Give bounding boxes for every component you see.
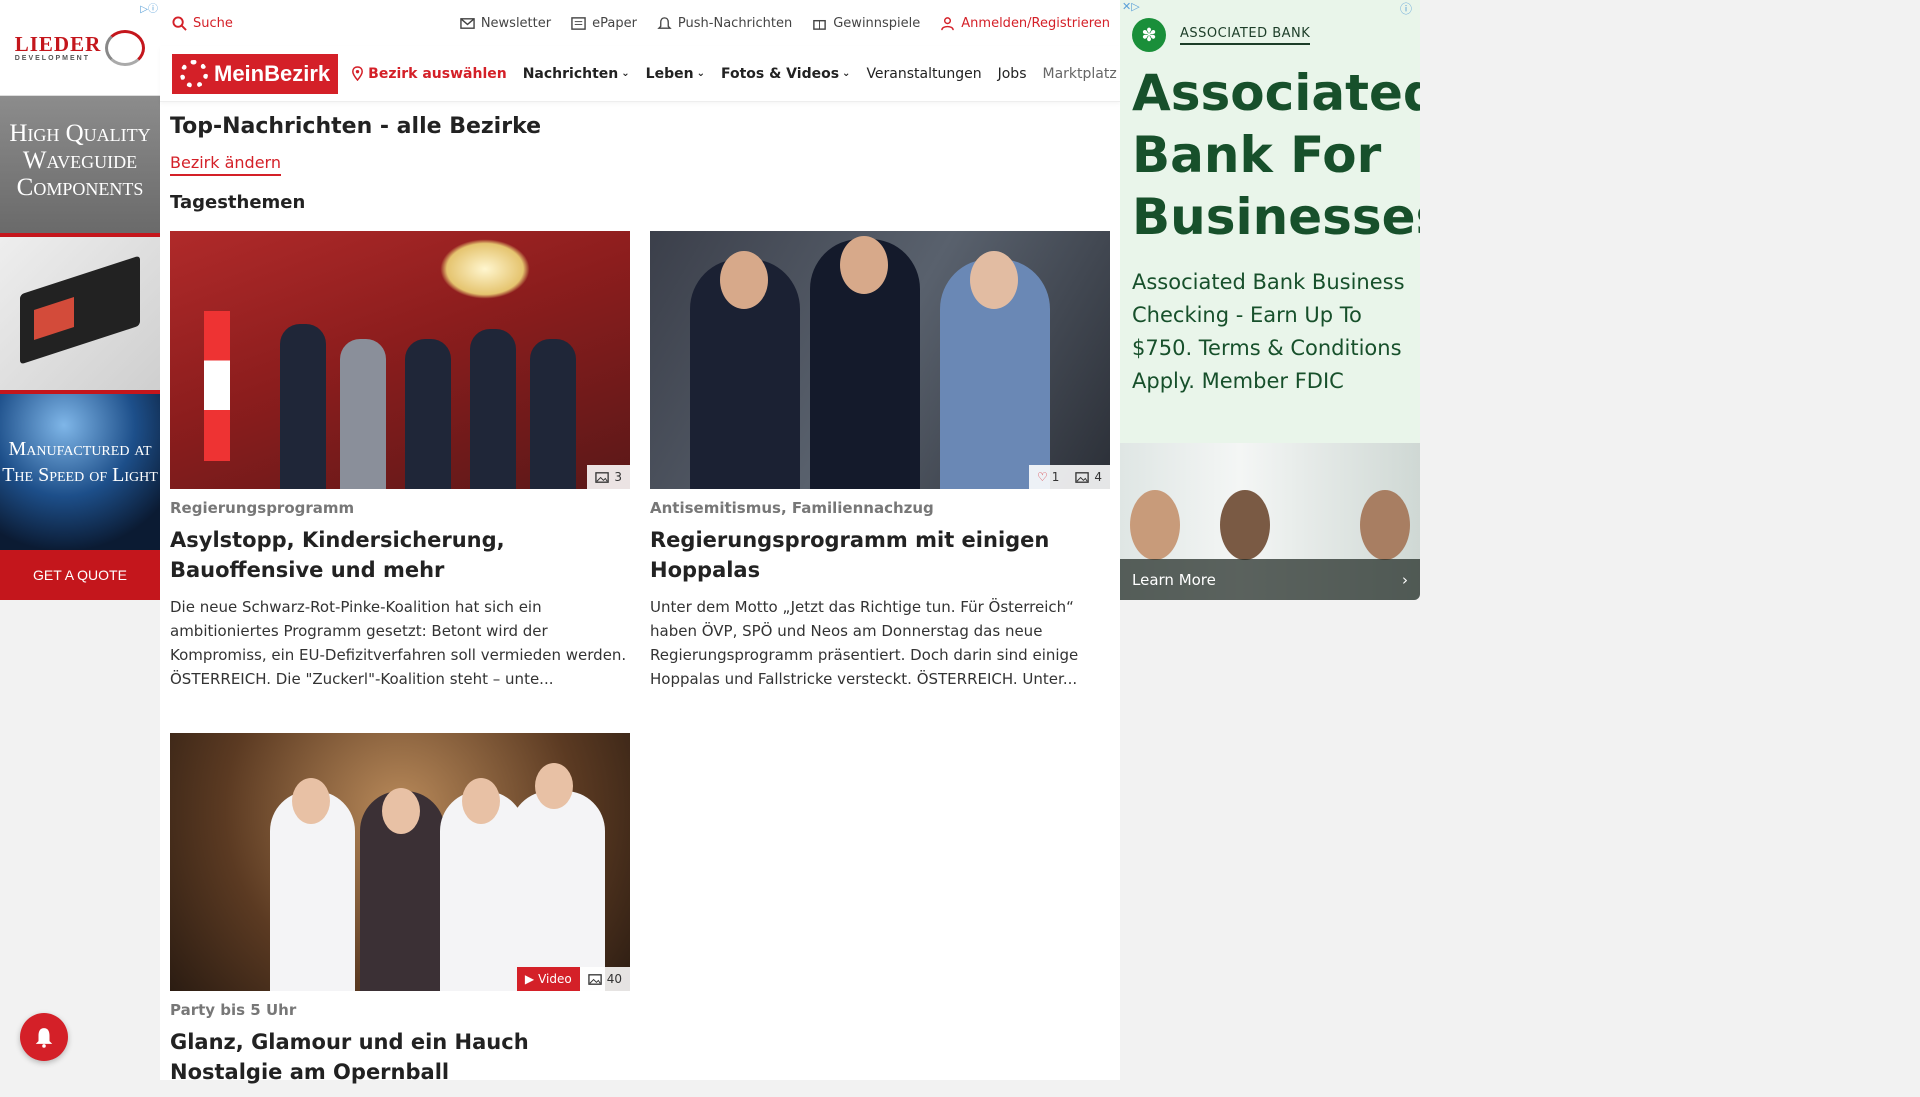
article-title[interactable]: Regierungsprogramm mit einigen Hoppalas — [650, 525, 1110, 585]
heart-icon: ♡ — [1036, 470, 1048, 484]
article-card[interactable]: ♡ 1 4 Antisemitismus, Familiennachzug Re… — [650, 231, 1110, 691]
epaper-link[interactable]: ePaper — [571, 16, 637, 31]
article-kicker: Antisemitismus, Familiennachzug — [650, 499, 934, 517]
right-ad-banner[interactable]: ✕▷ ⓘ ✽ ASSOCIATED BANK Associated Bank F… — [1120, 0, 1420, 600]
ad-brand-sub: DEVELOPMENT — [14, 54, 91, 62]
nav-veranstaltungen[interactable]: Veranstaltungen — [866, 66, 981, 82]
article-card[interactable]: 3 Regierungsprogramm Asylstopp, Kindersi… — [170, 231, 630, 691]
ad-tagline: Manufactured at The Speed of Light — [0, 390, 160, 550]
photo-count: 3 — [614, 470, 622, 484]
learn-more-button[interactable]: Learn More › — [1120, 559, 1420, 600]
chevron-down-icon: ⌄ — [621, 68, 630, 79]
ad-logo: LIEDER DEVELOPMENT — [0, 0, 160, 96]
site-main: Suche Newsletter ePaper Push-Nachrichten… — [160, 0, 1120, 1084]
play-icon: ▶ — [524, 972, 535, 986]
push-link[interactable]: Push-Nachrichten — [657, 16, 792, 31]
article-image[interactable]: ♡ 1 4 — [650, 231, 1110, 489]
search-icon — [172, 15, 187, 31]
nav-label: Veranstaltungen — [866, 65, 982, 82]
article-card[interactable]: ▶ Video 40 Party bis 5 Uhr Glanz, Glamou… — [170, 733, 630, 1097]
notification-bell-button[interactable] — [20, 1013, 68, 1061]
gallery-icon — [1075, 471, 1090, 483]
article-title[interactable]: Glanz, Glamour und ein Hauch Nostalgie a… — [170, 1027, 630, 1087]
ad-product-image — [0, 233, 160, 390]
change-district-link[interactable]: Bezirk ändern — [170, 153, 281, 176]
chevron-right-icon: › — [1402, 570, 1408, 589]
advertiser-name[interactable]: ASSOCIATED BANK — [1180, 26, 1311, 45]
swirl-logo-icon — [105, 29, 146, 66]
nav-fotos-videos[interactable]: Fotos & Videos ⌄ — [721, 66, 850, 82]
article-kicker: Regierungsprogramm — [170, 499, 355, 517]
photo-count: 40 — [606, 972, 622, 986]
ad-close-icon[interactable]: ✕▷ — [1122, 0, 1140, 13]
photo-count-badge: 3 — [587, 465, 630, 489]
push-label: Push-Nachrichten — [677, 15, 793, 31]
newsletter-link[interactable]: Newsletter — [460, 16, 551, 31]
location-pin-icon — [352, 66, 364, 81]
like-count-badge[interactable]: ♡ 1 — [1028, 465, 1068, 489]
nav-label: Marktplatz — [1042, 65, 1117, 82]
like-count: 1 — [1051, 470, 1060, 484]
photo-count-badge: 4 — [1067, 465, 1110, 489]
chevron-down-icon: ⌄ — [696, 68, 705, 79]
page-title: Top-Nachrichten - alle Bezirke — [170, 114, 542, 139]
user-icon — [941, 16, 955, 30]
article-teaser: Unter dem Motto „Jetzt das Richtige tun.… — [650, 598, 1079, 688]
nav-jobs[interactable]: Jobs — [998, 66, 1027, 82]
bank-logo-icon: ✽ — [1132, 18, 1166, 52]
ad-choices-icon[interactable]: ▷ⓘ — [140, 0, 158, 15]
district-select[interactable]: Bezirk auswählen — [350, 66, 507, 82]
newspaper-icon — [571, 16, 586, 30]
article-image[interactable]: 3 — [170, 231, 630, 489]
video-label: Video — [538, 972, 572, 986]
article-grid: 3 Regierungsprogramm Asylstopp, Kindersi… — [170, 231, 1110, 1097]
nav-label: Fotos & Videos — [720, 65, 840, 82]
content: Top-Nachrichten - alle Bezirke Bezirk än… — [160, 102, 1120, 1097]
search-link[interactable]: Suche — [172, 16, 233, 31]
left-ad-banner[interactable]: ▷ⓘ LIEDER DEVELOPMENT High Quality Wavegu… — [0, 0, 160, 600]
nav-label: Leben — [645, 65, 694, 82]
login-label: Anmelden/Registrieren — [961, 15, 1110, 31]
logo-text: MeinBezirk — [214, 60, 331, 86]
ad-body: Associated Bank Business Checking - Earn… — [1132, 270, 1405, 393]
nav-leben[interactable]: Leben ⌄ — [646, 66, 705, 82]
utility-bar: Suche Newsletter ePaper Push-Nachrichten… — [160, 0, 1120, 46]
newsletter-label: Newsletter — [480, 15, 552, 31]
bell-icon — [657, 16, 672, 29]
bell-icon — [35, 1028, 53, 1048]
gift-icon — [813, 19, 827, 30]
nav-marktplatz[interactable]: Marktplatz — [1042, 66, 1116, 82]
games-link[interactable]: Gewinnspiele — [812, 16, 920, 31]
epaper-label: ePaper — [592, 15, 637, 31]
photo-count: 4 — [1094, 470, 1102, 484]
article-image[interactable]: ▶ Video 40 — [170, 733, 630, 991]
article-teaser: Die neue Schwarz-Rot-Pinke-Koalition hat… — [170, 598, 627, 688]
search-label: Suche — [193, 15, 233, 31]
gallery-icon — [595, 471, 610, 483]
ad-headline: High Quality Waveguide Components — [0, 96, 160, 233]
ad-title[interactable]: Associated Bank For Businesses — [1120, 52, 1420, 248]
article-title[interactable]: Asylstopp, Kindersicherung, Bauoffensive… — [170, 525, 630, 585]
mail-icon — [460, 17, 475, 29]
gallery-icon — [588, 973, 602, 985]
section-title: Tagesthemen — [170, 192, 306, 213]
video-badge[interactable]: ▶ Video — [516, 967, 580, 991]
nav-nachrichten[interactable]: Nachrichten ⌄ — [523, 66, 630, 82]
ad-brand: LIEDER — [14, 31, 102, 56]
nav-label: Nachrichten — [522, 65, 619, 82]
ad-photo[interactable]: Learn More › — [1120, 443, 1420, 600]
site-logo[interactable]: MeinBezirk — [172, 53, 339, 94]
ad-info-icon[interactable]: ⓘ — [1400, 0, 1412, 17]
get-quote-button[interactable]: GET A QUOTE — [0, 550, 160, 600]
games-label: Gewinnspiele — [833, 15, 921, 31]
chevron-down-icon: ⌄ — [842, 68, 851, 79]
photo-count-badge: 40 — [579, 967, 630, 991]
main-nav: MeinBezirk Bezirk auswählen Nachrichten ⌄… — [160, 46, 1120, 102]
sun-logo-icon — [180, 59, 208, 88]
learn-more-label: Learn More — [1132, 570, 1216, 589]
district-select-label: Bezirk auswählen — [368, 65, 507, 82]
login-link[interactable]: Anmelden/Registrieren — [940, 16, 1110, 31]
nav-label: Jobs — [997, 65, 1027, 82]
article-kicker: Party bis 5 Uhr — [170, 1001, 297, 1019]
